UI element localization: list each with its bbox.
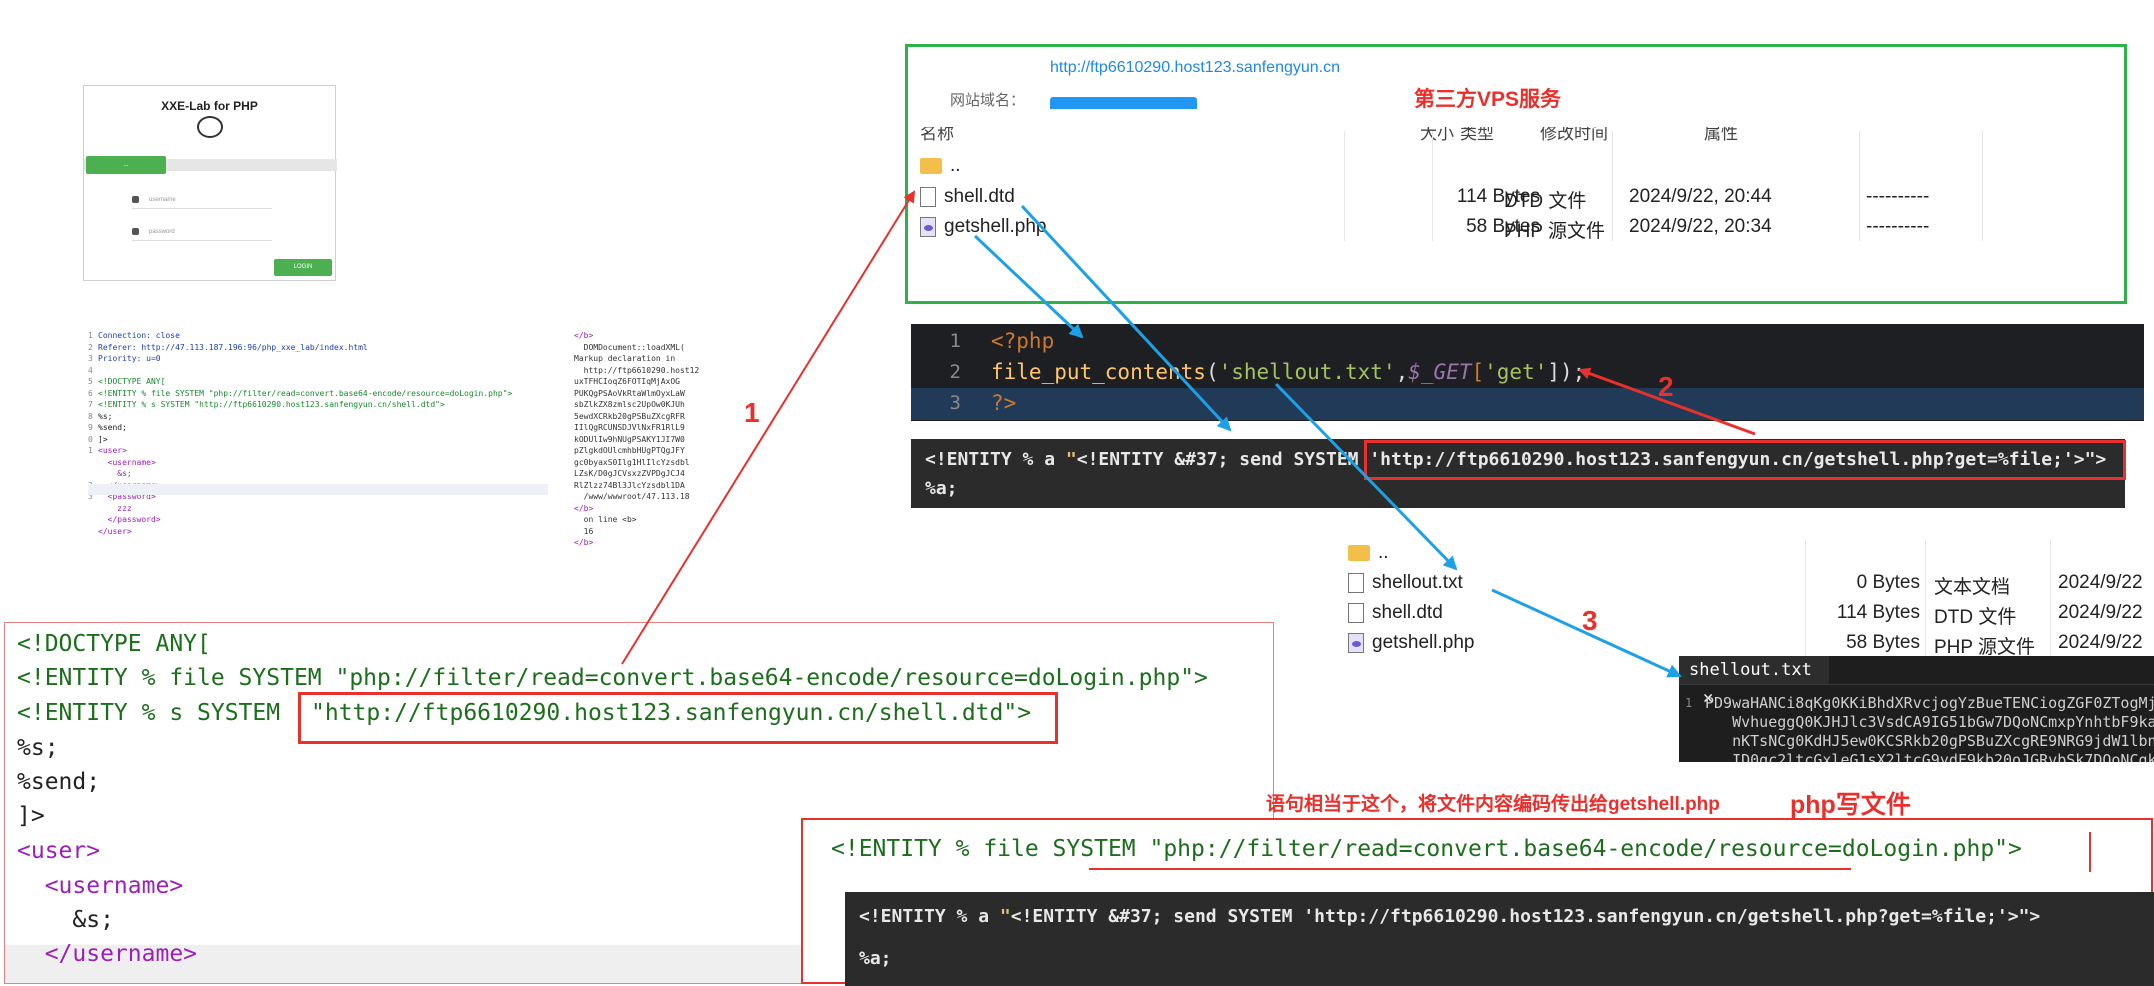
arrow-blue-dtd [1020, 204, 1232, 432]
step-2-label: 2 [1658, 371, 1674, 402]
arrow-1 [621, 190, 916, 665]
annotation-arrows: 1 2 3 [621, 190, 1756, 678]
step-3-label: 3 [1582, 605, 1598, 636]
arrow-blue-shellout [1274, 382, 1458, 571]
step-1-label: 1 [744, 397, 760, 428]
